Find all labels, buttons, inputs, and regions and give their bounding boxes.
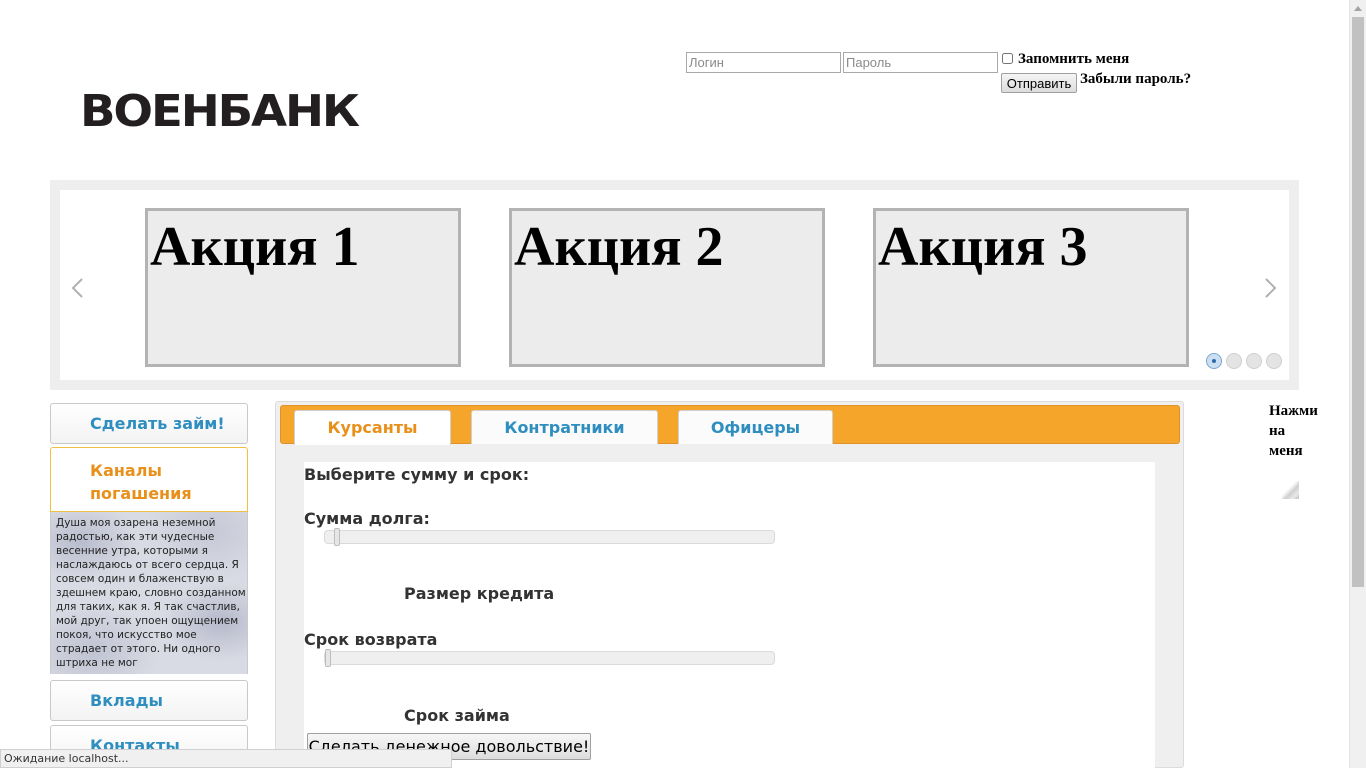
slider-dot-3[interactable] (1246, 353, 1262, 369)
browser-status-bar: Ожидание localhost... (0, 749, 452, 768)
tab-contractors[interactable]: Контратники (471, 410, 658, 444)
slider-dot-2[interactable] (1226, 353, 1242, 369)
tab-officers[interactable]: Офицеры (678, 410, 833, 444)
scrollbar-thumb[interactable] (1352, 17, 1364, 587)
login-input[interactable] (686, 52, 841, 73)
page-scrollbar[interactable] (1349, 0, 1366, 768)
slide-promo-3[interactable]: Акция 3 (873, 208, 1189, 367)
slide-title: Акция 2 (514, 216, 724, 278)
menu-item-label: Сделать займ! (90, 414, 225, 433)
slide-promo-2[interactable]: Акция 2 (509, 208, 825, 367)
amount-slider[interactable] (324, 528, 775, 546)
amount-slider-handle[interactable] (333, 528, 340, 546)
amount-caption: Размер кредита (404, 584, 555, 603)
term-slider[interactable] (324, 649, 775, 667)
click-me-line: меня (1269, 443, 1303, 459)
menu-item-repayment-channels[interactable]: Каналы погашения (50, 447, 248, 512)
scroll-up-arrow-icon[interactable] (1350, 0, 1366, 17)
remember-me-checkbox[interactable] (1002, 53, 1013, 64)
click-me-banner[interactable]: Нажми на меня (1269, 401, 1329, 461)
slider-dot-4[interactable] (1266, 353, 1282, 369)
forgot-password-link[interactable]: Забыли пароль? (1080, 71, 1191, 88)
bank-logo: ВОЕНБАНК (80, 86, 360, 137)
calculator-heading: Выберите сумму и срок: (304, 465, 530, 484)
chevron-left-icon[interactable] (70, 276, 84, 300)
menu-item-panel: Душа моя озарена неземной радостью, как … (50, 512, 248, 674)
menu-item-label: Вклады (90, 691, 163, 710)
slide-title: Акция 1 (150, 216, 360, 278)
amount-label: Сумма долга: (304, 509, 430, 528)
slider-dot-1[interactable] (1206, 353, 1222, 369)
menu-item-deposits[interactable]: Вклады (50, 680, 248, 721)
remember-me-label: Запомнить меня (1018, 51, 1130, 67)
menu-item-label: Каналы погашения (90, 461, 192, 503)
click-me-line: Нажми (1269, 403, 1318, 419)
chevron-right-icon[interactable] (1264, 276, 1278, 300)
term-label: Срок возврата (304, 630, 438, 649)
banner-image[interactable] (1282, 481, 1299, 499)
slider-viewport: Акция 1 Акция 2 Акция 3 (60, 190, 1289, 380)
term-caption: Срок займа (404, 706, 510, 725)
login-submit-button[interactable]: Отправить (1001, 73, 1077, 93)
tab-cadets[interactable]: Курсанты (294, 410, 451, 445)
click-me-line: на (1269, 423, 1286, 439)
term-slider-handle[interactable] (325, 649, 331, 667)
promo-slider: Акция 1 Акция 2 Акция 3 (50, 180, 1299, 390)
menu-item-loan[interactable]: Сделать займ! (50, 403, 248, 444)
password-input[interactable] (843, 52, 998, 73)
panel-text: Душа моя озарена неземной радостью, как … (56, 517, 246, 669)
slide-title: Акция 3 (878, 216, 1088, 278)
slide-promo-1[interactable]: Акция 1 (145, 208, 461, 367)
